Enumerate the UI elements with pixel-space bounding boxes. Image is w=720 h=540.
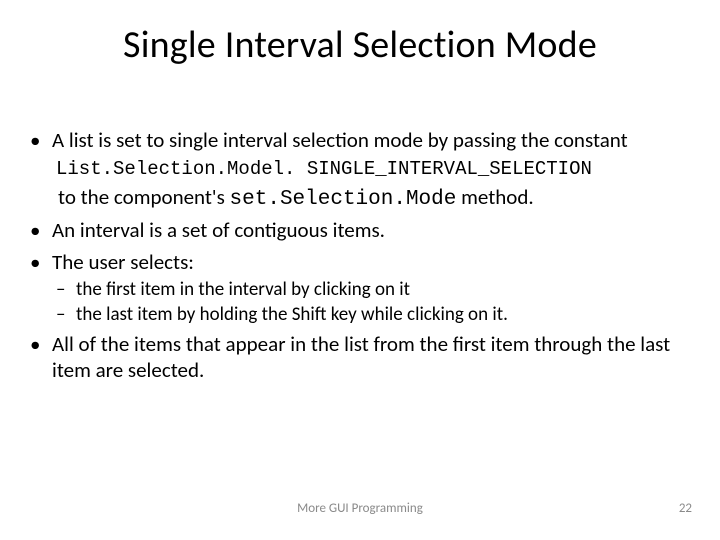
bullet-1-tail-code: set.Selection.Mode — [230, 188, 457, 211]
slide-title: Single Interval Selection Mode — [0, 22, 720, 68]
bullet-3: The user selects: the first item in the … — [24, 250, 696, 326]
bullet-1-tail-pre: to the component's — [58, 184, 230, 210]
bullet-3-sublist: the first item in the interval by clicki… — [52, 278, 696, 326]
slide: Single Interval Selection Mode A list is… — [0, 0, 720, 540]
slide-body: A list is set to single interval selecti… — [24, 128, 696, 389]
bullet-list: A list is set to single interval selecti… — [24, 128, 696, 383]
bullet-2: An interval is a set of contiguous items… — [24, 218, 696, 244]
bullet-1-lead: A list is set to single interval selecti… — [52, 127, 628, 153]
bullet-1: A list is set to single interval selecti… — [24, 128, 696, 212]
bullet-1-tail: to the component's set.Selection.Mode me… — [58, 185, 696, 213]
bullet-3-sub-2: the last item by holding the Shift key w… — [52, 303, 696, 326]
bullet-1-code: List.Selection.Model. SINGLE_INTERVAL_SE… — [56, 158, 696, 181]
page-number: 22 — [679, 501, 692, 516]
bullet-1-tail-post: method. — [456, 184, 533, 210]
bullet-4: All of the items that appear in the list… — [24, 332, 696, 383]
footer-text: More GUI Programming — [0, 501, 720, 516]
bullet-3-text: The user selects: — [52, 249, 194, 275]
bullet-3-sub-1: the first item in the interval by clicki… — [52, 278, 696, 301]
